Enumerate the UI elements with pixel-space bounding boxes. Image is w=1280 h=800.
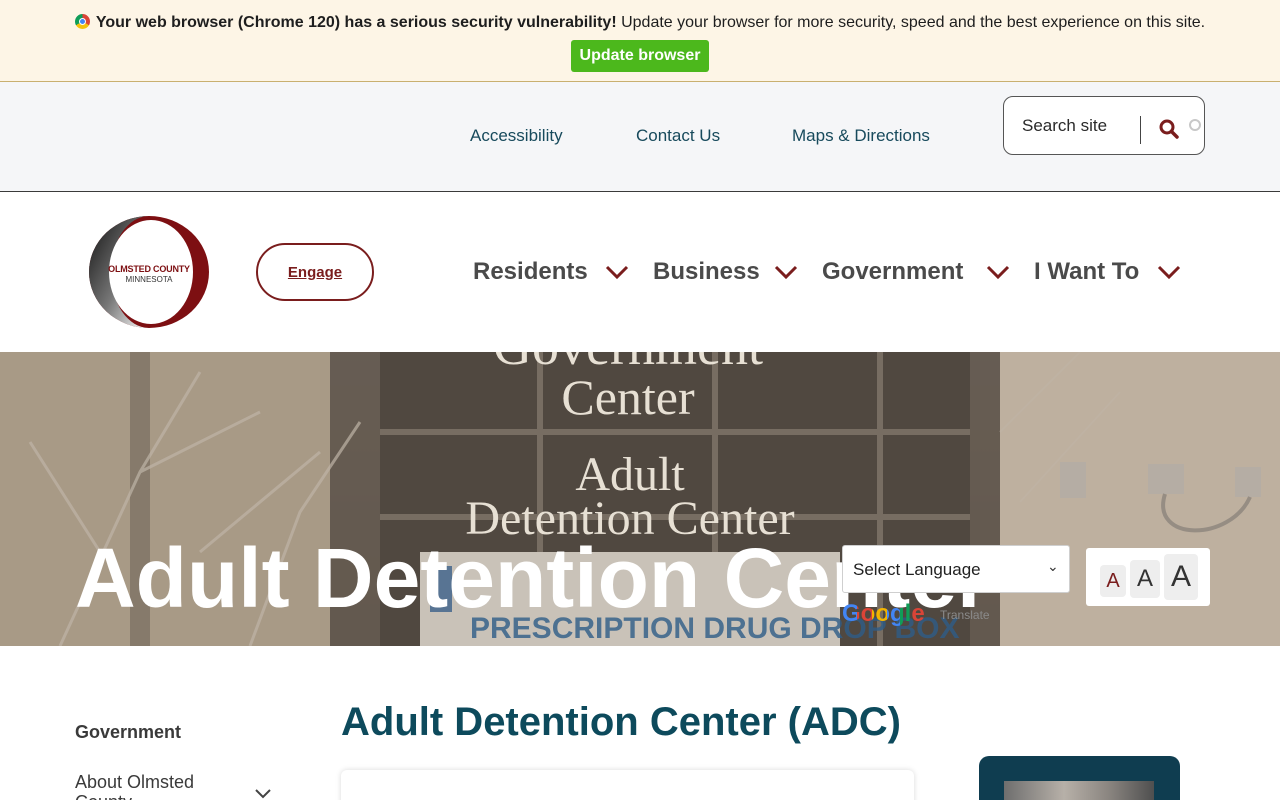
browser-warning-bold: Your web browser (Chrome 120) has a seri…: [95, 14, 617, 31]
engage-button[interactable]: Engage: [256, 243, 374, 301]
hero-sign-line-2: Center: [561, 369, 695, 425]
browser-warning-message: Update your browser for more security, s…: [616, 14, 1206, 31]
sidebar-feature-card: [979, 756, 1180, 800]
chevron-down-icon[interactable]: [773, 262, 799, 282]
maps-directions-link[interactable]: Maps & Directions: [792, 126, 930, 146]
search-icon: [1159, 119, 1179, 139]
nav-government[interactable]: Government: [822, 256, 963, 288]
loading-indicator-icon: [1189, 119, 1201, 131]
search-divider: [1140, 116, 1141, 144]
chevron-down-icon[interactable]: [254, 788, 272, 800]
nav-residents[interactable]: Residents: [473, 256, 588, 288]
chevron-down-icon[interactable]: [985, 262, 1011, 282]
sidebar-item-about-olmsted-county[interactable]: About Olmsted County: [75, 772, 225, 800]
google-logo: Google: [842, 600, 925, 627]
chrome-icon: [74, 14, 90, 29]
sidebar-heading[interactable]: Government: [75, 722, 181, 743]
nav-residents-label: Residents: [473, 258, 588, 285]
language-select-value: Select Language: [853, 560, 981, 579]
contact-us-link[interactable]: Contact Us: [636, 126, 720, 146]
nav-i-want-to[interactable]: I Want To: [1034, 256, 1139, 288]
chevron-down-icon[interactable]: [604, 262, 630, 282]
search-button[interactable]: [1154, 115, 1184, 145]
logo-line-2: MINNESOTA: [125, 275, 173, 284]
nav-i-want-to-label: I Want To: [1034, 258, 1140, 285]
content-card: [341, 770, 914, 800]
google-translate-branding: Google Translate: [842, 600, 1002, 627]
chevron-down-icon: ⌄: [1047, 558, 1059, 574]
search-input[interactable]: [1022, 113, 1134, 139]
page-title: Adult Detention Center (ADC): [341, 700, 901, 744]
text-size-medium-button[interactable]: A: [1130, 560, 1160, 598]
utility-bar: Accessibility Contact Us Maps & Directio…: [0, 82, 1280, 192]
nav-business-label: Business: [653, 258, 760, 285]
search-box: [1003, 96, 1205, 155]
browser-warning-banner: Your web browser (Chrome 120) has a seri…: [0, 0, 1280, 82]
text-size-controls: A A A: [1086, 548, 1210, 606]
text-size-small-button[interactable]: A: [1100, 565, 1126, 597]
accessibility-link[interactable]: Accessibility: [470, 126, 563, 146]
update-browser-button[interactable]: Update browser: [571, 40, 709, 72]
main-header: OLMSTED COUNTY MINNESOTA Engage Resident…: [0, 192, 1280, 352]
translate-label: Translate: [940, 608, 990, 622]
text-size-large-button[interactable]: A: [1164, 554, 1198, 600]
browser-warning-text: Your web browser (Chrome 120) has a seri…: [0, 14, 1280, 32]
language-select[interactable]: Select Language ⌄: [842, 545, 1070, 593]
nav-business[interactable]: Business: [653, 256, 760, 288]
county-logo[interactable]: OLMSTED COUNTY MINNESOTA: [87, 214, 211, 330]
chevron-down-icon[interactable]: [1156, 262, 1182, 282]
nav-government-label: Government: [822, 258, 964, 285]
logo-line-1: OLMSTED COUNTY: [108, 264, 190, 274]
feature-card-image: [1004, 781, 1154, 800]
